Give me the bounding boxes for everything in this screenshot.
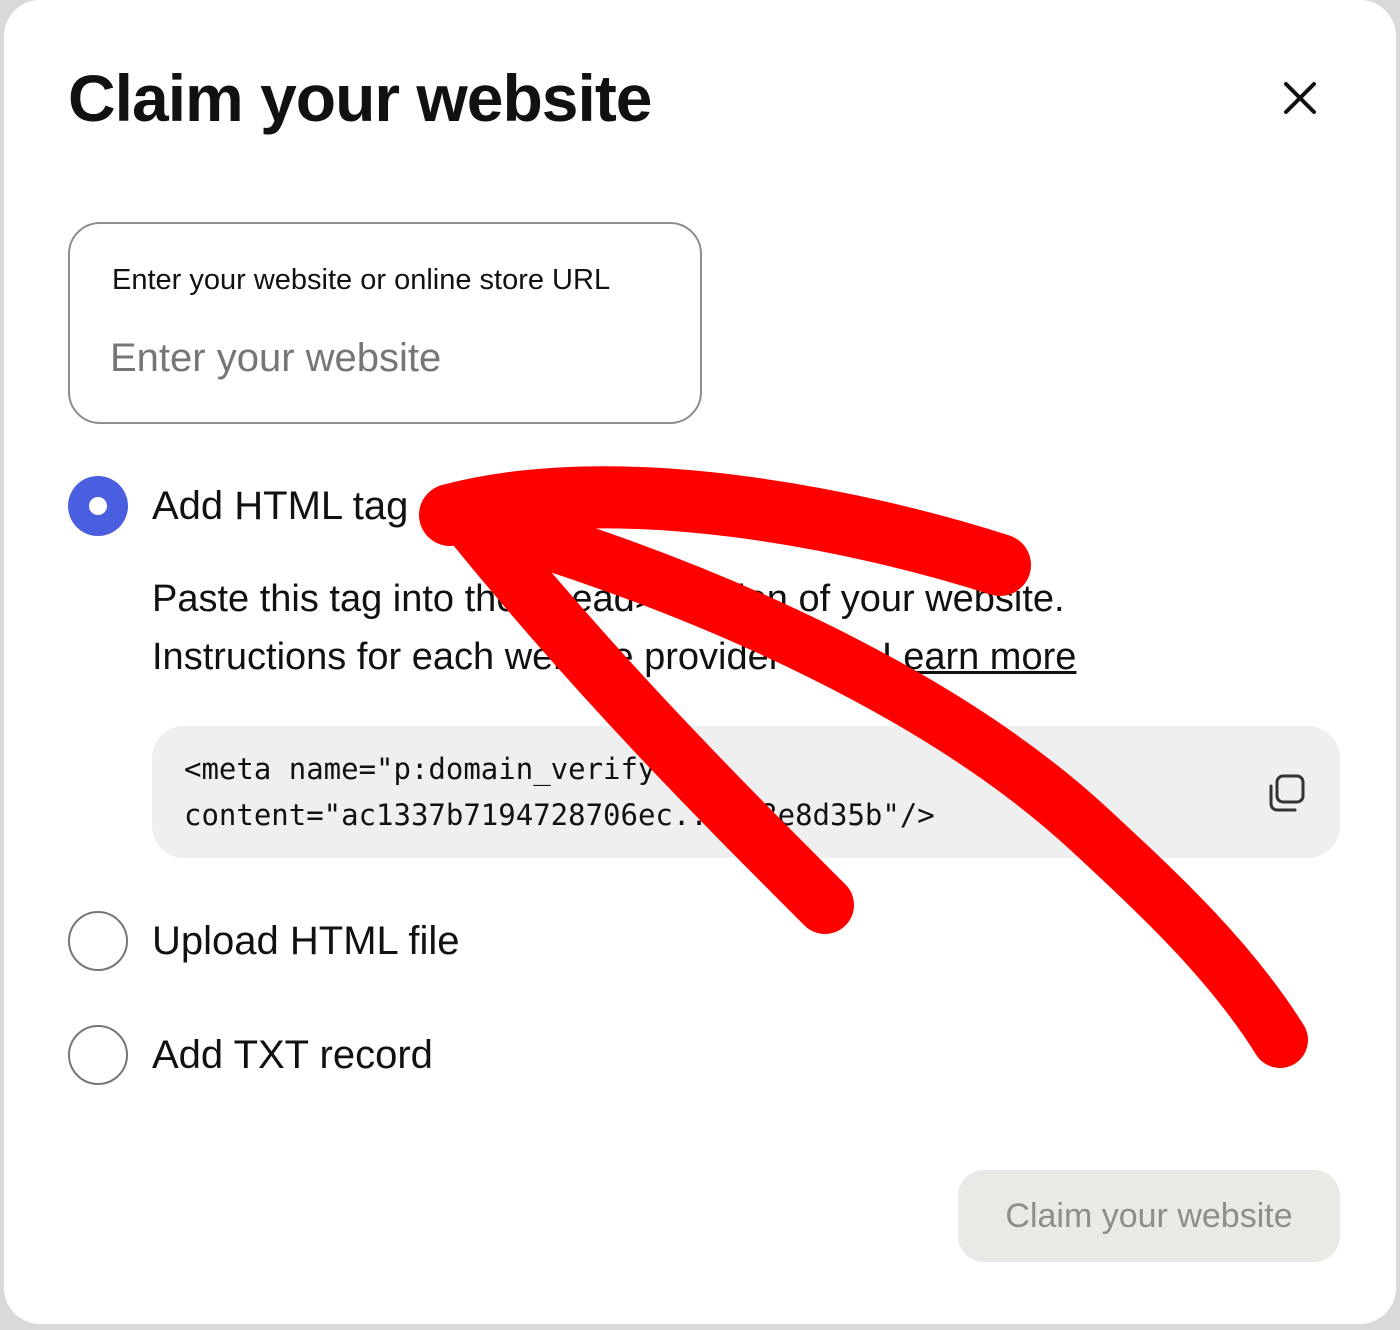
instructions-line-2: Instructions for each website provider v… <box>152 628 1312 686</box>
radio-add-txt-record[interactable] <box>68 1025 128 1085</box>
option-label: Upload HTML file <box>152 918 460 963</box>
option-label: Add HTML tag <box>152 483 409 528</box>
meta-tag-code-block: <meta name="p:domain_verify" content="ac… <box>152 726 1340 858</box>
option-upload-html-file[interactable]: Upload HTML file <box>68 911 460 971</box>
claim-website-dialog: Claim your website Enter your website or… <box>4 0 1396 1324</box>
copy-icon <box>1269 774 1305 812</box>
learn-more-link[interactable]: Learn more <box>882 636 1076 678</box>
claim-website-button[interactable]: Claim your website <box>958 1170 1340 1262</box>
dialog-title: Claim your website <box>68 61 653 135</box>
radio-add-html-tag[interactable] <box>68 476 128 536</box>
option-label: Add TXT record <box>152 1032 433 1077</box>
meta-tag-code: <meta name="p:domain_verify" content="ac… <box>184 752 935 832</box>
copy-button[interactable] <box>1262 770 1310 818</box>
option-add-html-tag[interactable]: Add HTML tag <box>68 476 408 536</box>
html-tag-instructions: Paste this tag into the <head> section o… <box>152 570 1312 686</box>
website-url-field[interactable]: Enter your website or online store URL <box>68 222 702 424</box>
radio-upload-html-file[interactable] <box>68 911 128 971</box>
close-icon <box>1284 82 1316 114</box>
website-url-label: Enter your website or online store URL <box>112 264 611 296</box>
option-add-txt-record[interactable]: Add TXT record <box>68 1025 433 1085</box>
instructions-line-1: Paste this tag into the <head> section o… <box>152 578 1065 620</box>
close-button[interactable] <box>1274 72 1326 124</box>
website-url-input[interactable] <box>110 332 650 384</box>
instructions-line-2-text: Instructions for each website provider v… <box>152 636 872 678</box>
